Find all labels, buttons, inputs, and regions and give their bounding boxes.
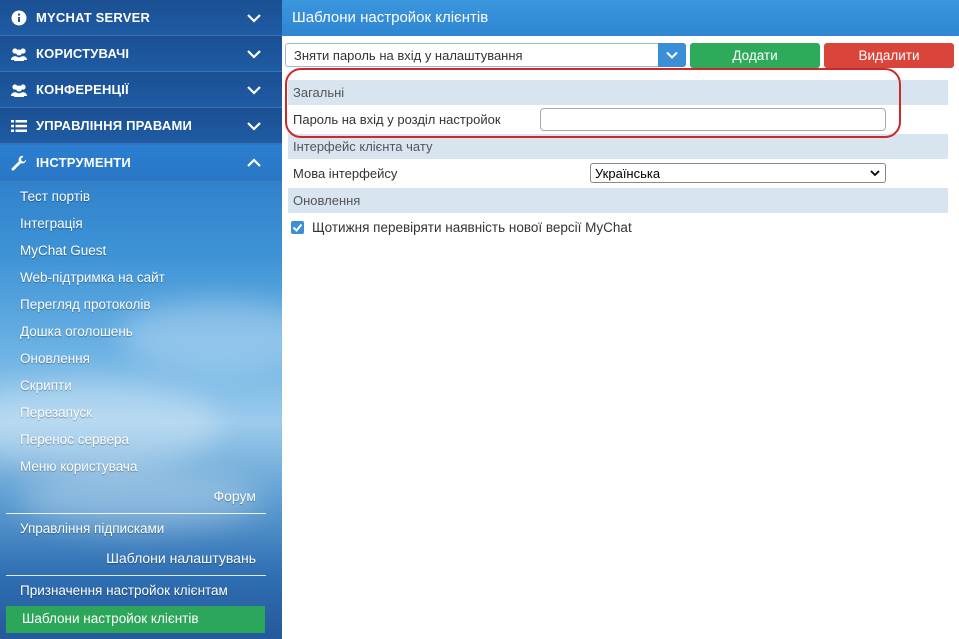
language-select[interactable]: Українська — [590, 163, 886, 183]
sidebar-item-scripts[interactable]: Скрипти — [20, 378, 72, 393]
chevron-down-icon[interactable] — [658, 43, 686, 67]
menu-group-label: КОНФЕРЕНЦІЇ — [36, 82, 129, 97]
template-select-value: Зняти пароль на вхід у налаштування — [294, 48, 523, 63]
section-title: Оновлення — [293, 193, 361, 208]
chevron-up-icon — [247, 157, 261, 167]
menu-group-mychat-server[interactable]: MYCHAT SERVER — [0, 0, 282, 36]
add-button[interactable]: Додати — [690, 43, 820, 68]
section-title: Інтерфейс клієнта чату — [293, 139, 433, 154]
weekly-update-check-row: Щотижня перевіряти наявність нової версі… — [291, 220, 632, 235]
weekly-update-label: Щотижня перевіряти наявність нової версі… — [312, 220, 632, 235]
main-panel: Шаблони настройок клієнтів Зняти пароль … — [282, 0, 959, 639]
wrench-icon — [10, 154, 28, 172]
sidebar-item-restart[interactable]: Перезапуск — [20, 405, 92, 420]
delete-button[interactable]: Видалити — [824, 43, 954, 68]
chevron-down-icon — [247, 121, 261, 131]
menu-group-label: ІНСТРУМЕНТИ — [36, 155, 131, 170]
users-icon — [10, 45, 28, 63]
title-bar: Шаблони настройок клієнтів — [282, 0, 959, 36]
info-icon — [10, 9, 28, 27]
sidebar-item-view-logs[interactable]: Перегляд протоколів — [20, 297, 151, 312]
sidebar-divider — [6, 513, 266, 514]
chevron-down-icon — [247, 85, 261, 95]
section-general: Загальні — [288, 80, 948, 105]
menu-group-rights[interactable]: УПРАВЛІННЯ ПРАВАМИ — [0, 108, 282, 144]
users-icon — [10, 81, 28, 99]
sidebar-item-mychat-guest[interactable]: MyChat Guest — [20, 243, 106, 258]
sidebar-item-assign-settings[interactable]: Призначення настройок клієнтам — [20, 583, 228, 598]
menu-group-label: MYCHAT SERVER — [36, 10, 151, 25]
section-chat-interface: Інтерфейс клієнта чату — [288, 134, 948, 159]
sidebar-item-port-test[interactable]: Тест портів — [20, 189, 90, 204]
page-title: Шаблони настройок клієнтів — [292, 9, 489, 26]
sidebar-item-web-support[interactable]: Web-підтримка на сайт — [20, 270, 165, 285]
chevron-down-icon — [247, 49, 261, 59]
list-icon — [10, 117, 28, 135]
language-select-value: Українська — [595, 166, 661, 181]
sidebar: MYCHAT SERVER КОРИСТУВАЧІ КОНФЕРЕНЦІЇ УП… — [0, 0, 282, 639]
sidebar-item-bulletin-board[interactable]: Дошка оголошень — [20, 324, 133, 339]
weekly-update-checkbox[interactable] — [291, 221, 304, 234]
template-select[interactable]: Зняти пароль на вхід у налаштування — [285, 43, 686, 67]
language-label: Мова інтерфейсу — [293, 166, 398, 181]
chevron-down-icon — [870, 170, 880, 177]
menu-group-conferences[interactable]: КОНФЕРЕНЦІЇ — [0, 72, 282, 108]
sidebar-item-updates[interactable]: Оновлення — [20, 351, 90, 366]
sidebar-item-server-transfer[interactable]: Перенос сервера — [20, 432, 129, 447]
section-title: Загальні — [293, 85, 345, 100]
password-label: Пароль на вхід у розділ настройок — [293, 112, 501, 127]
sidebar-item-integration[interactable]: Інтеграція — [20, 216, 83, 231]
sidebar-item-subscriptions[interactable]: Управління підписками — [20, 521, 164, 536]
sky-cloud — [0, 380, 220, 470]
chevron-down-icon — [247, 13, 261, 23]
sidebar-item-client-templates[interactable]: Шаблони настройок клієнтів — [6, 606, 265, 633]
sidebar-section-templates: Шаблони налаштувань — [106, 550, 256, 566]
menu-group-users[interactable]: КОРИСТУВАЧІ — [0, 36, 282, 72]
check-icon — [292, 223, 303, 232]
section-updates: Оновлення — [288, 188, 948, 213]
menu-group-label: КОРИСТУВАЧІ — [36, 46, 130, 61]
sidebar-item-label: Шаблони настройок клієнтів — [22, 611, 199, 626]
menu-group-tools[interactable]: ІНСТРУМЕНТИ — [0, 145, 282, 181]
sidebar-divider — [6, 575, 266, 576]
password-field[interactable] — [540, 108, 886, 131]
sidebar-item-user-menu[interactable]: Меню користувача — [20, 459, 137, 474]
sidebar-section-forum: Форум — [213, 488, 256, 504]
menu-group-label: УПРАВЛІННЯ ПРАВАМИ — [36, 118, 193, 133]
